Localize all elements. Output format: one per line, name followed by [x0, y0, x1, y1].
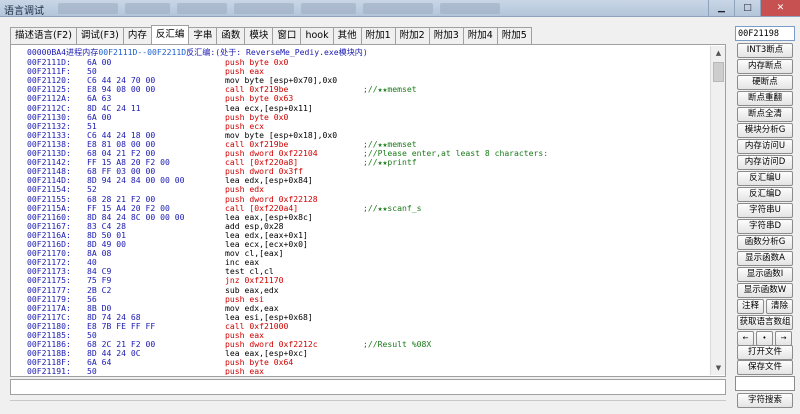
minimize-icon[interactable]: ▁: [708, 0, 734, 16]
memory-access-u-button[interactable]: 内存访问U: [737, 139, 793, 154]
module-analysis-button[interactable]: 模块分析G: [737, 123, 793, 138]
blurred-title-area: [177, 3, 227, 14]
string-u-button[interactable]: 字符串U: [737, 203, 793, 218]
clear-button[interactable]: 清除: [766, 299, 793, 314]
vertical-scrollbar[interactable]: ▲ ▼: [710, 46, 725, 375]
tab-strings[interactable]: 字串: [188, 27, 218, 44]
search-input[interactable]: [735, 376, 795, 391]
disassemble-u-button[interactable]: 反汇编U: [737, 171, 793, 186]
tab-strip: 描述语言(F2) 调试(F3) 内存 反汇编 字串 函数 模块 窗口 hook …: [10, 25, 532, 45]
blurred-title-area: [234, 3, 294, 14]
comment-button[interactable]: 注释: [737, 299, 764, 314]
disasm-comment: ;//Result %08X: [363, 339, 432, 350]
breakpoint-clear-all-button[interactable]: 断点全清: [737, 107, 793, 122]
open-file-button[interactable]: 打开文件: [737, 345, 793, 360]
disasm-comment: ;//★★memset: [363, 84, 417, 95]
disassembly-header: 00000BA4进程内存00F2111D--00F2211D反汇编:(处于: R…: [27, 46, 368, 58]
tab-attach-4[interactable]: 附加4: [462, 27, 498, 44]
tab-hook[interactable]: hook: [300, 27, 334, 44]
blurred-title-area: [363, 3, 433, 14]
address-input[interactable]: [735, 26, 795, 41]
blurred-title-area: [301, 3, 356, 14]
save-file-button[interactable]: 保存文件: [737, 360, 793, 375]
tab-other[interactable]: 其他: [332, 27, 362, 44]
blurred-title-area: [125, 3, 170, 14]
int3-breakpoint-button[interactable]: INT3断点: [737, 43, 793, 58]
scroll-up-icon[interactable]: ▲: [711, 46, 726, 60]
tab-attach-2[interactable]: 附加2: [394, 27, 430, 44]
disasm-address: 00F21191:: [27, 366, 71, 375]
title-bar: 语言调试 ▁ □ ✕: [0, 0, 800, 17]
status-field: [10, 379, 726, 395]
disasm-bytes: 50: [87, 366, 97, 375]
scroll-down-icon[interactable]: ▼: [711, 361, 726, 375]
bottom-divider: [10, 400, 726, 402]
disassembly-view[interactable]: 00000BA4进程内存00F2111D--00F2211D反汇编:(处于: R…: [12, 46, 710, 375]
string-d-button[interactable]: 字符串D: [737, 219, 793, 234]
hardware-breakpoint-button[interactable]: 硬断点: [737, 75, 793, 90]
disasm-bytes: E8 7B FE FF FF: [87, 320, 156, 331]
tab-describe-lang[interactable]: 描述语言(F2): [10, 27, 77, 44]
blurred-title-area: [58, 3, 118, 14]
tab-attach-1[interactable]: 附加1: [360, 27, 396, 44]
memory-breakpoint-button[interactable]: 内存断点: [737, 59, 793, 74]
show-functions-w-button[interactable]: 显示函数W: [737, 283, 793, 298]
tab-windows[interactable]: 窗口: [272, 27, 302, 44]
nav-back-icon[interactable]: ←: [737, 331, 754, 346]
tab-debug[interactable]: 调试(F3): [75, 27, 124, 44]
breakpoint-reset-button[interactable]: 断点重翻: [737, 91, 793, 106]
function-analysis-button[interactable]: 函数分析G: [737, 235, 793, 250]
disasm-comment: ;//★★printf: [363, 157, 417, 168]
char-search-button[interactable]: 字符搜索: [737, 393, 793, 408]
nav-dot-icon[interactable]: •: [756, 331, 773, 346]
disasm-bytes: 8D 94 24 84 00 00 00: [87, 175, 185, 186]
tab-functions[interactable]: 函数: [216, 27, 246, 44]
scroll-thumb[interactable]: [713, 62, 724, 82]
get-language-group-button[interactable]: 获取语言数组: [737, 315, 793, 330]
close-icon[interactable]: ✕: [760, 0, 800, 16]
header-address-range: 00F2111D--00F2211D: [98, 47, 187, 57]
maximize-icon[interactable]: □: [734, 0, 760, 16]
tab-attach-3[interactable]: 附加3: [428, 27, 464, 44]
memory-access-d-button[interactable]: 内存访问D: [737, 155, 793, 170]
blurred-title-area: [440, 3, 500, 14]
show-functions-i-button[interactable]: 显示函数I: [737, 267, 793, 282]
window-title: 语言调试: [4, 6, 44, 17]
tab-modules[interactable]: 模块: [244, 27, 274, 44]
disassembly-panel: 00000BA4进程内存00F2111D--00F2211D反汇编:(处于: R…: [10, 44, 726, 377]
header-process-memory: 00000BA4进程内存: [27, 47, 99, 57]
disasm-instruction: push eax: [225, 366, 264, 375]
disasm-comment: ;//★★scanf_s: [363, 202, 422, 213]
tab-disassembly[interactable]: 反汇编: [150, 25, 190, 44]
tab-memory[interactable]: 内存: [122, 27, 152, 44]
tab-attach-5[interactable]: 附加5: [496, 27, 532, 44]
show-functions-a-button[interactable]: 显示函数A: [737, 251, 793, 266]
nav-forward-icon[interactable]: →: [775, 331, 792, 346]
disassemble-d-button[interactable]: 反汇编D: [737, 187, 793, 202]
header-module-info: 反汇编:(处于: ReverseMe_Pediy.exe模块内): [186, 47, 368, 57]
